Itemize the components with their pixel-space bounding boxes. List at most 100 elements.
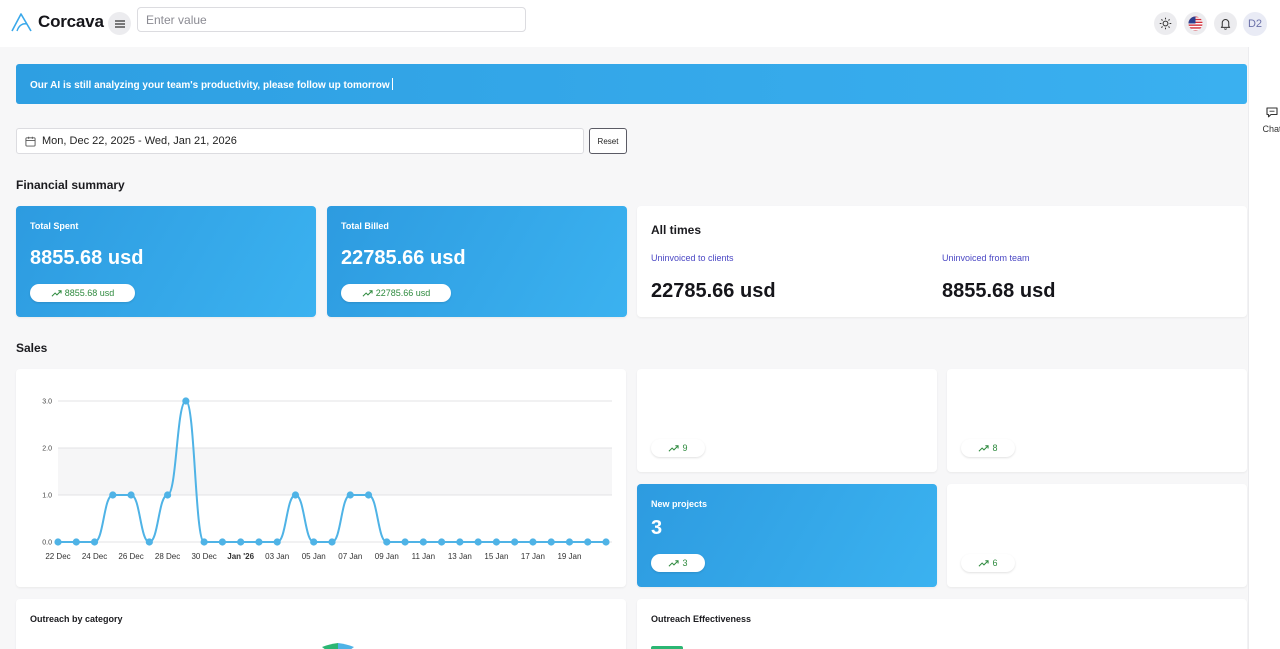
right-rail: Chat (1248, 47, 1280, 649)
top-header: Corcava Enter value D2 (0, 0, 1280, 47)
financial-summary-title: Financial summary (16, 178, 125, 192)
stat-2-trend: 8 (992, 443, 998, 453)
x-tick-label: 24 Dec (82, 552, 107, 561)
sales-data-point (529, 538, 537, 546)
all-times-card: All times Uninvoiced to clients 22785.66… (637, 206, 1247, 317)
sun-icon (1159, 17, 1172, 30)
reset-button[interactable]: Reset (589, 128, 627, 154)
sales-data-point (346, 491, 354, 499)
sales-line-chart: 0.0 1.0 2.0 3.0 22 Dec 24 Dec 26 Dec 28 Dec 30 D… (42, 397, 612, 561)
sales-data-point (364, 491, 373, 499)
user-avatar[interactable]: D2 (1243, 12, 1267, 36)
hamburger-icon (114, 19, 125, 28)
sales-data-point (127, 491, 135, 499)
sales-data-point (474, 538, 482, 546)
sales-data-point (547, 538, 555, 546)
sales-data-point (584, 538, 592, 546)
calendar-icon (25, 136, 36, 147)
sales-chart-card: 0.0 1.0 2.0 3.0 22 Dec 24 Dec 26 Dec 28 Dec 30 D… (16, 369, 626, 587)
y-tick-label: 1.0 (42, 493, 52, 500)
trending-up-icon (362, 289, 373, 297)
stat-4-trend: 6 (992, 558, 998, 568)
outreach-effectiveness-title: Outreach Effectiveness (651, 614, 752, 624)
date-range-picker[interactable]: Mon, Dec 22, 2025 - Wed, Jan 21, 2026 (16, 128, 584, 154)
chart-band (58, 448, 612, 495)
logo[interactable]: Corcava (10, 10, 104, 34)
x-tick-label: 05 Jan (302, 552, 326, 561)
y-tick-label: 0.0 (42, 540, 52, 547)
x-tick-label: 15 Jan (484, 552, 508, 561)
uninvoiced-team-label: Uninvoiced from team (942, 253, 1030, 263)
new-projects-label: New projects (651, 499, 708, 509)
trending-up-icon (669, 444, 680, 452)
language-select-button[interactable] (1184, 12, 1207, 35)
typing-caret (391, 78, 393, 90)
total-billed-label: Total Billed (341, 221, 389, 231)
sales-data-point (419, 538, 427, 546)
search-input[interactable] (137, 7, 526, 32)
stat-1-trend: 9 (682, 443, 688, 453)
sales-stat-card-1: 9 (637, 369, 937, 472)
sales-data-point (438, 538, 446, 546)
sales-data-point (90, 538, 99, 546)
sales-data-point (602, 538, 610, 546)
x-tick-label: 07 Jan (338, 552, 362, 561)
x-tick-label: 28 Dec (155, 552, 180, 561)
chat-button[interactable]: Chat (1262, 105, 1280, 134)
uninvoiced-clients-label: Uninvoiced to clients (651, 253, 734, 263)
trending-up-icon (669, 559, 680, 567)
new-projects-value: 3 (651, 517, 663, 539)
total-spent-label: Total Spent (30, 221, 79, 231)
new-projects-trend: 3 (682, 558, 688, 568)
sales-data-point (255, 538, 263, 546)
total-spent-trend-badge: 8855.68 usd (30, 284, 135, 302)
total-spent-trend: 8855.68 usd (64, 288, 115, 298)
sales-data-point (72, 538, 80, 546)
pie-slice-blue (338, 643, 354, 649)
x-tick-label: 09 Jan (375, 552, 399, 561)
trending-up-icon (51, 289, 62, 297)
x-tick-label: 13 Jan (448, 552, 472, 561)
stat-2-trend-badge: 8 (961, 439, 1015, 457)
sales-data-point (145, 538, 153, 546)
pie-slice-green (322, 643, 338, 649)
all-times-title: All times (651, 223, 702, 237)
corcava-logo-icon (11, 13, 32, 32)
x-tick-label: 19 Jan (557, 552, 581, 561)
outreach-effectiveness-card: Outreach Effectiveness (637, 599, 1247, 649)
sales-data-point (565, 538, 574, 546)
total-billed-card: Total Billed 22785.66 usd 22785.66 usd (327, 206, 627, 317)
new-projects-trend-badge: 3 (651, 554, 705, 572)
total-billed-value: 22785.66 usd (341, 247, 466, 269)
uninvoiced-team-value: 8855.68 usd (942, 280, 1056, 302)
stat-1-trend-badge: 9 (651, 439, 705, 457)
chart-band (58, 401, 612, 448)
logo-text: Corcava (38, 12, 104, 31)
sales-data-point (383, 538, 391, 546)
theme-toggle-button[interactable] (1154, 12, 1177, 35)
menu-toggle-button[interactable] (108, 12, 131, 35)
sales-data-point (401, 538, 409, 546)
sales-stat-card-2: 8 (947, 369, 1247, 472)
us-flag-icon (1188, 16, 1203, 31)
x-tick-label: 11 Jan (412, 552, 435, 561)
sales-title: Sales (16, 341, 48, 355)
sales-data-point (182, 397, 190, 405)
x-tick-label: 17 Jan (521, 552, 545, 561)
new-projects-card: New projects 3 3 (637, 484, 937, 587)
sales-data-point (328, 538, 336, 546)
total-billed-trend-badge: 22785.66 usd (341, 284, 451, 302)
total-spent-value: 8855.68 usd (30, 247, 144, 269)
outreach-by-category-card: Outreach by category (16, 599, 626, 649)
sales-data-point (511, 538, 519, 546)
x-tick-label: 26 Dec (118, 552, 143, 561)
trending-up-icon (979, 444, 990, 452)
notifications-button[interactable] (1214, 12, 1237, 35)
total-billed-trend: 22785.66 usd (375, 288, 431, 298)
x-tick-label: 03 Jan (265, 552, 289, 561)
bell-icon (1220, 19, 1231, 30)
sales-data-point (237, 538, 245, 546)
sales-data-point (310, 538, 318, 546)
chat-label: Chat (1262, 124, 1280, 134)
total-spent-card: Total Spent 8855.68 usd 8855.68 usd (16, 206, 316, 317)
